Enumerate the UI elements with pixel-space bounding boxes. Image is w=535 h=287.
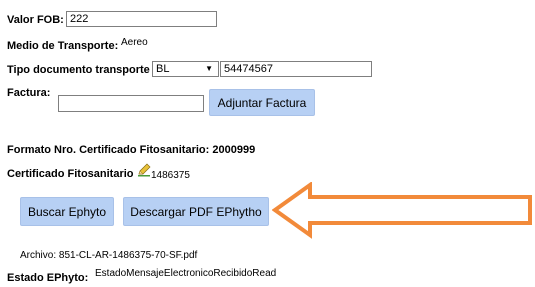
dropdown-caret-icon: ▼ [205, 64, 213, 73]
adjuntar-factura-button[interactable]: Adjuntar Factura [209, 89, 315, 116]
archivo-label: Archivo: [20, 250, 57, 261]
tipo-documento-number-input[interactable]: 54474567 [220, 61, 372, 77]
certificado-label: Certificado Fitosanitario [7, 168, 134, 180]
valor-fob-input[interactable]: 222 [66, 11, 217, 27]
arrow-annotation-icon [272, 182, 532, 239]
medio-transporte-label: Medio de Transporte: [7, 40, 119, 52]
factura-label: Factura: [7, 87, 51, 99]
factura-input[interactable] [58, 95, 204, 112]
tipo-documento-label: Tipo documento transporte [7, 64, 150, 76]
formato-certificado-value: 2000999 [212, 144, 256, 156]
tipo-documento-select[interactable]: BL ▼ [152, 61, 219, 77]
formato-certificado-label: Formato Nro. Certificado Fitosanitario: … [7, 144, 255, 156]
valor-fob-value: 222 [70, 13, 89, 25]
archivo-line: Archivo: 851-CL-AR-1486375-70-SF.pdf [20, 250, 197, 261]
medio-transporte-value: Aereo [121, 37, 148, 48]
estado-ephyto-value: EstadoMensajeElectronicoRecibidoRead [95, 268, 277, 279]
edit-pencil-icon[interactable] [138, 163, 152, 177]
archivo-value: 851-CL-AR-1486375-70-SF.pdf [58, 250, 198, 261]
descargar-pdf-ephytho-button[interactable]: Descargar PDF EPhytho [123, 197, 269, 226]
buscar-ephyto-button[interactable]: Buscar Ephyto [20, 197, 114, 226]
tipo-documento-selected: BL [156, 63, 170, 75]
valor-fob-label: Valor FOB: [7, 14, 64, 26]
estado-ephyto-label: Estado EPhyto: [7, 272, 89, 284]
certificado-value: 1486375 [151, 170, 190, 181]
formato-certificado-label-text: Formato Nro. Certificado Fitosanitario: [7, 144, 210, 156]
tipo-documento-number: 54474567 [224, 63, 273, 75]
